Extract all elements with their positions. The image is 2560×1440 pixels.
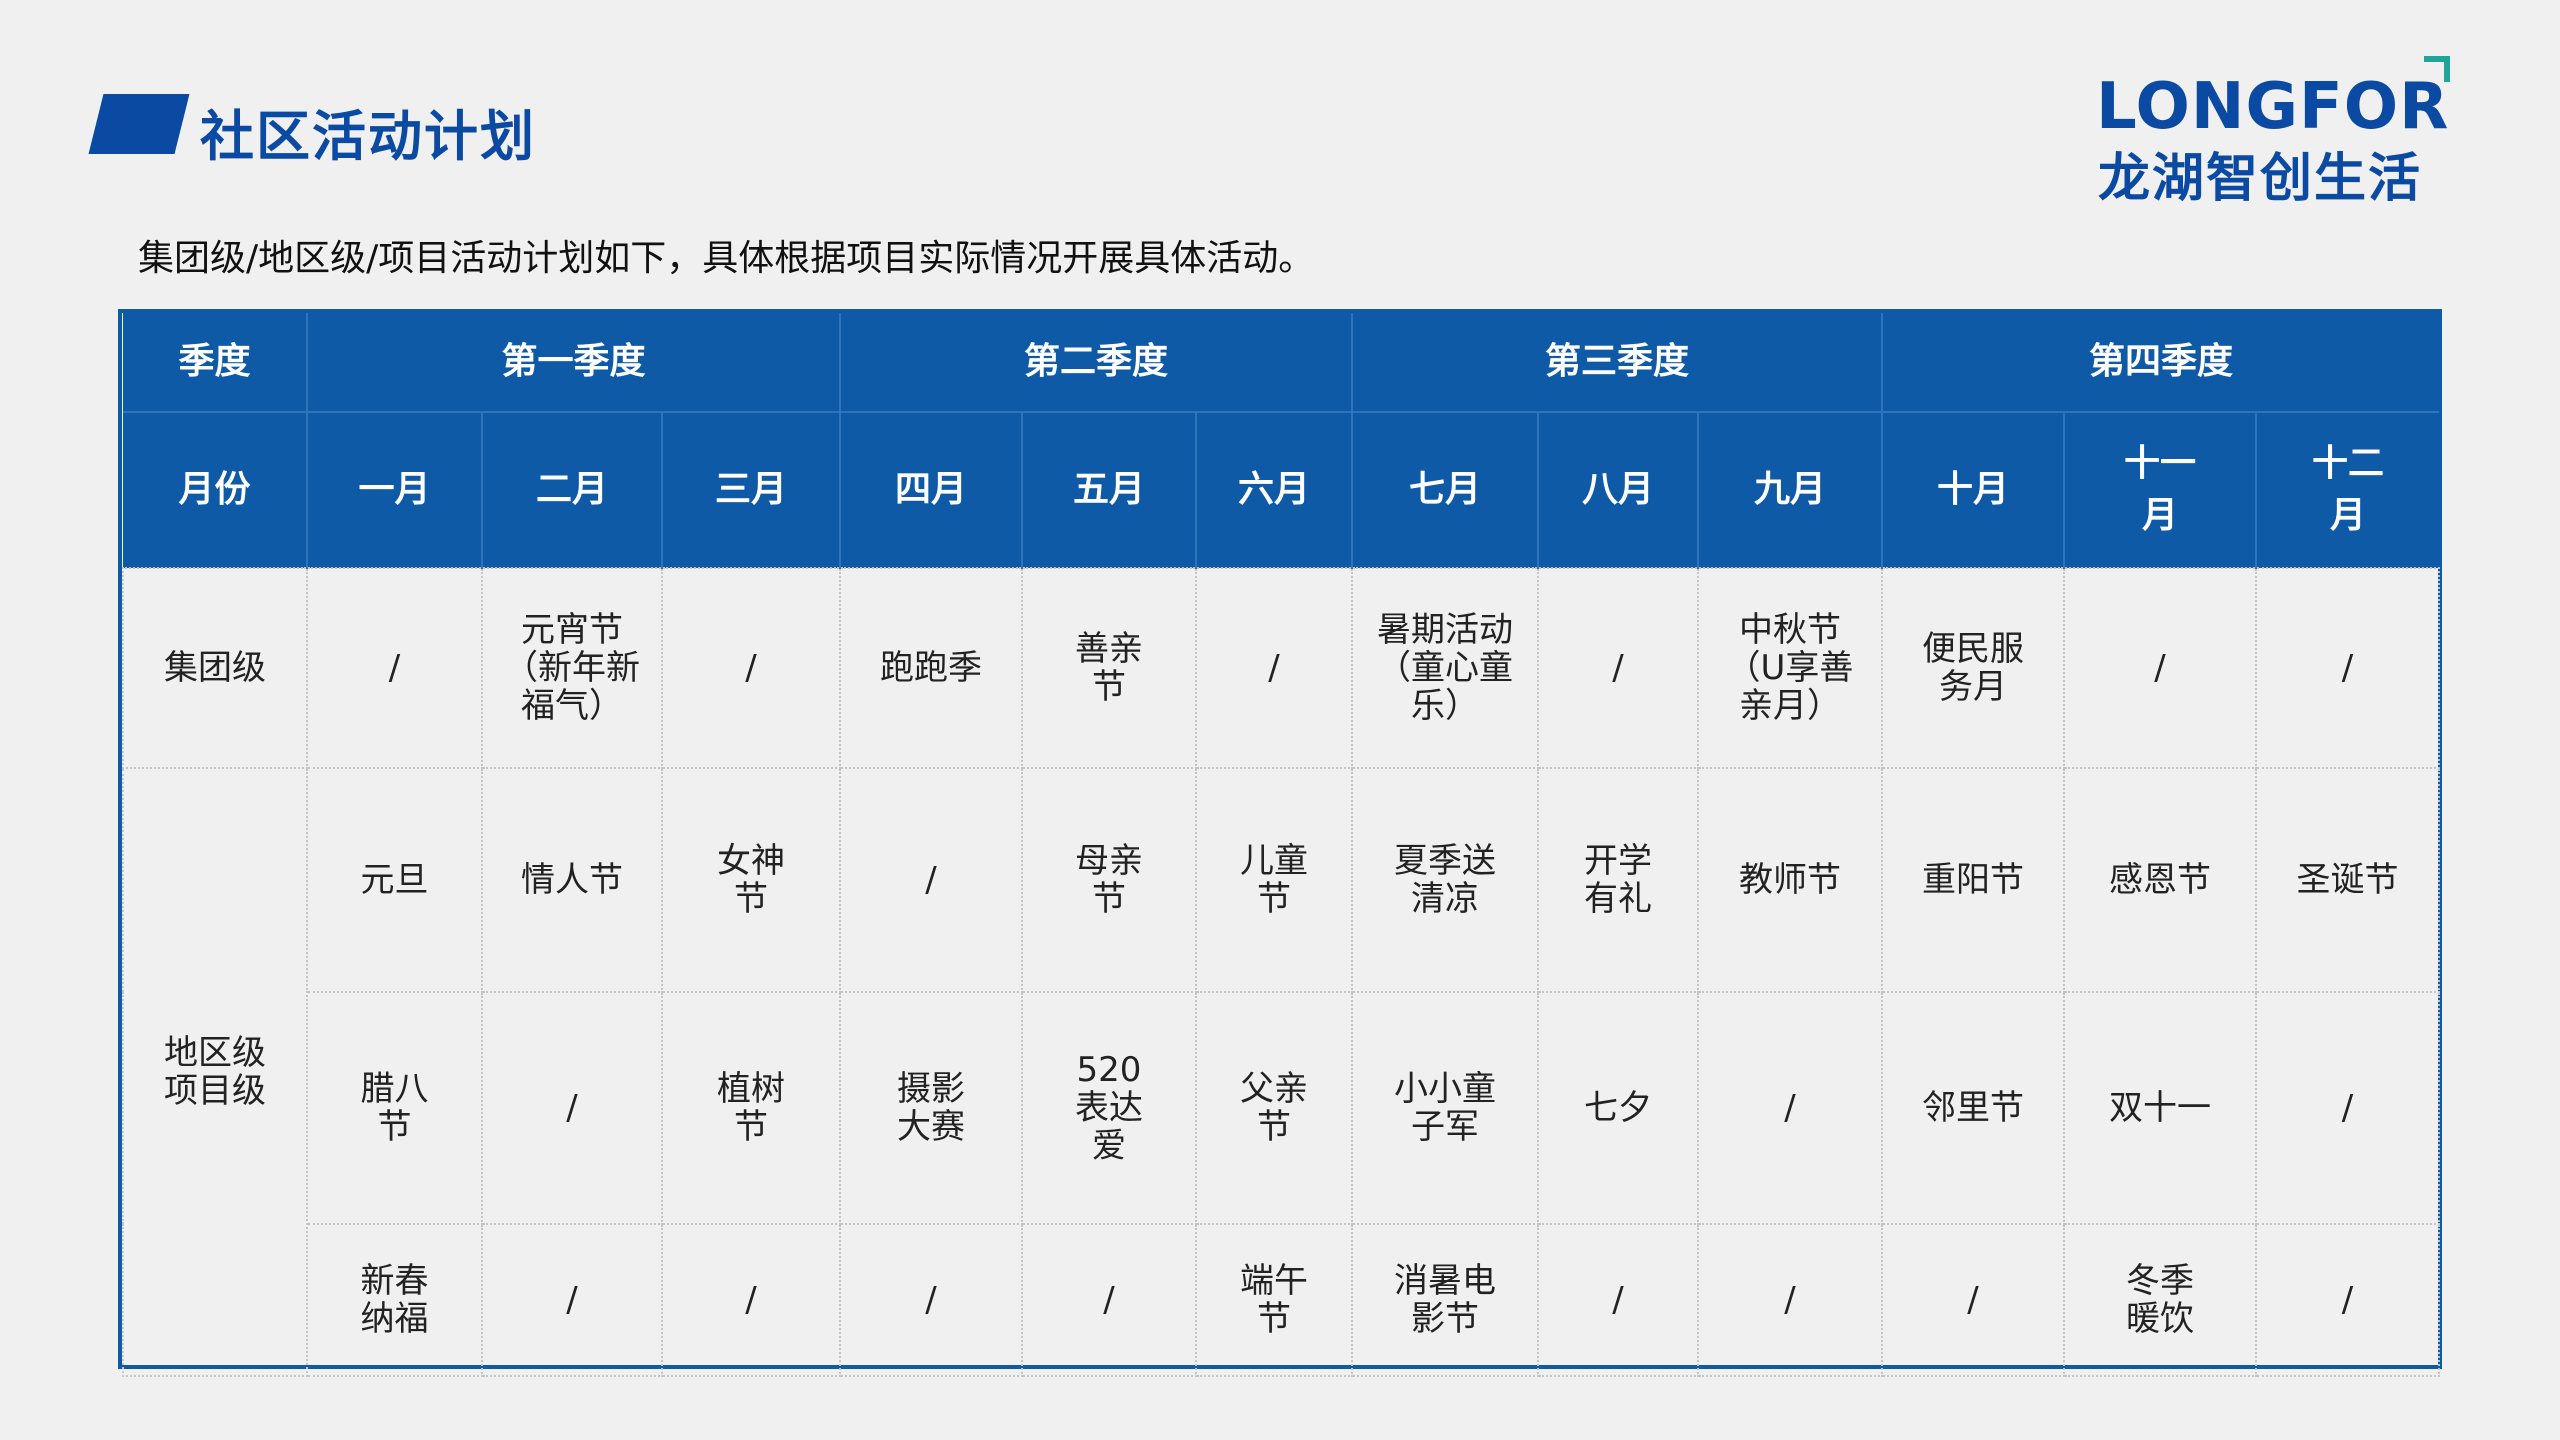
table-cell: 冬季暖饮 (2063, 1223, 2257, 1377)
month-header: 十月 (1881, 411, 2064, 568)
table-cell: 母亲节 (1021, 767, 1197, 993)
month-header: 二月 (481, 411, 662, 568)
table-cell: 元旦 (306, 767, 483, 993)
table-cell: 夏季送清凉 (1351, 767, 1539, 993)
table-cell: / (2254, 567, 2441, 769)
region-project-level-label: 地区级项目级 (122, 767, 308, 1377)
table-cell: / (1021, 1223, 1197, 1377)
table-cell: 消暑电影节 (1351, 1223, 1539, 1377)
table-cell: / (1195, 567, 1353, 769)
month-header: 三月 (661, 411, 840, 568)
table-cell: 暑期活动（童心童乐） (1351, 567, 1539, 769)
table-cell: 新春纳福 (306, 1223, 483, 1377)
month-header: 六月 (1195, 411, 1352, 568)
quarter-header-label: 季度 (123, 313, 307, 412)
month-header: 七月 (1351, 411, 1538, 568)
table-cell: 女神节 (661, 767, 841, 993)
month-header: 五月 (1021, 411, 1196, 568)
region-row-2: 腊八节 / 植树节 摄影大赛 520表达爱 父亲节 小小童子军 七夕 / 邻里节… (123, 991, 2441, 1225)
table-cell: / (2254, 1223, 2441, 1377)
month-header: 十一月 (2063, 411, 2256, 568)
logo-corner-mark (2424, 56, 2450, 82)
region-row-3: 新春纳福 / / / / 端午节 消暑电影节 / / / 冬季暖饮 / (123, 1223, 2441, 1377)
table-cell: 便民服务月 (1881, 567, 2065, 769)
logo-text-cn: 龙湖智创生活 (2098, 149, 2423, 209)
region-row-1: 地区级项目级 元旦 情人节 女神节 / 母亲节 儿童节 夏季送清凉 开学有礼 教… (122, 767, 2441, 1377)
table-cell: 邻里节 (1881, 991, 2065, 1225)
table-cell: 情人节 (481, 767, 663, 993)
group-level-label: 集团级 (122, 567, 308, 769)
table-cell: 感恩节 (2063, 767, 2257, 993)
month-header: 一月 (306, 411, 482, 568)
page-subtitle: 集团级/地区级/项目活动计划如下，具体根据项目实际情况开展具体活动。 (138, 238, 1315, 279)
quarter-1-header: 第一季度 (306, 313, 840, 412)
table-cell: / (661, 567, 841, 769)
table-cell: / (661, 1223, 841, 1377)
table-cell: 520表达爱 (1021, 991, 1197, 1225)
table-cell: / (1697, 991, 1883, 1225)
table-cell: 开学有礼 (1537, 767, 1699, 993)
quarter-header-row: 季度 第一季度 第二季度 第三季度 第四季度 (123, 313, 2440, 412)
month-header: 九月 (1697, 411, 1882, 568)
table-cell: / (306, 567, 483, 769)
table-cell: 腊八节 (306, 991, 483, 1225)
table-cell: / (1881, 1223, 2065, 1377)
activity-plan-table: 季度 第一季度 第二季度 第三季度 第四季度 月份 一月 二月 三月 四月 五月… (118, 309, 2442, 1377)
group-row: 集团级 / 元宵节（新年新福气） / 跑跑季 善亲节 / 暑期活动（童心童乐） … (122, 567, 2441, 769)
table-cell: 跑跑季 (839, 567, 1023, 769)
table-cell: 善亲节 (1021, 567, 1197, 769)
table-cell: / (1697, 1223, 1883, 1377)
table-cell: / (1537, 567, 1699, 769)
month-header: 八月 (1537, 411, 1698, 568)
table-cell: / (839, 1223, 1023, 1377)
month-header: 十二月 (2254, 411, 2440, 568)
table-cell: 中秋节（U享善亲月） (1697, 567, 1883, 769)
title-accent-bar (88, 94, 190, 154)
quarter-3-header: 第三季度 (1351, 313, 1882, 412)
table-cell: 重阳节 (1881, 767, 2065, 993)
month-header-row: 月份 一月 二月 三月 四月 五月 六月 七月 八月 九月 十月 十一月 十二月 (123, 411, 2440, 568)
table-cell: 圣诞节 (2254, 767, 2441, 993)
month-header-label: 月份 (123, 411, 307, 568)
table-cell: 教师节 (1697, 767, 1883, 993)
month-header: 四月 (839, 411, 1022, 568)
table-cell: 双十一 (2063, 991, 2257, 1225)
table-cell: / (839, 767, 1023, 993)
page-title: 社区活动计划 (200, 105, 536, 168)
table-cell: 父亲节 (1195, 991, 1353, 1225)
table-cell: / (481, 1223, 663, 1377)
table-cell: 儿童节 (1195, 767, 1353, 993)
longfor-logo: LONGFOR 龙湖智创生活 (2096, 54, 2456, 214)
table-cell: 植树节 (661, 991, 841, 1225)
table-cell: 七夕 (1537, 991, 1699, 1225)
table-cell: 元宵节（新年新福气） (481, 567, 663, 769)
table-cell: / (2254, 991, 2441, 1225)
table-cell: / (481, 991, 663, 1225)
quarter-4-header: 第四季度 (1880, 313, 2440, 412)
table-cell: / (2063, 567, 2257, 769)
logo-text-en: LONGFOR (2096, 70, 2450, 144)
table-cell: 端午节 (1195, 1223, 1353, 1377)
table-cell: / (1537, 1223, 1699, 1377)
table-cell: 摄影大赛 (839, 991, 1023, 1225)
quarter-2-header: 第二季度 (839, 313, 1352, 412)
table-cell: 小小童子军 (1351, 991, 1539, 1225)
